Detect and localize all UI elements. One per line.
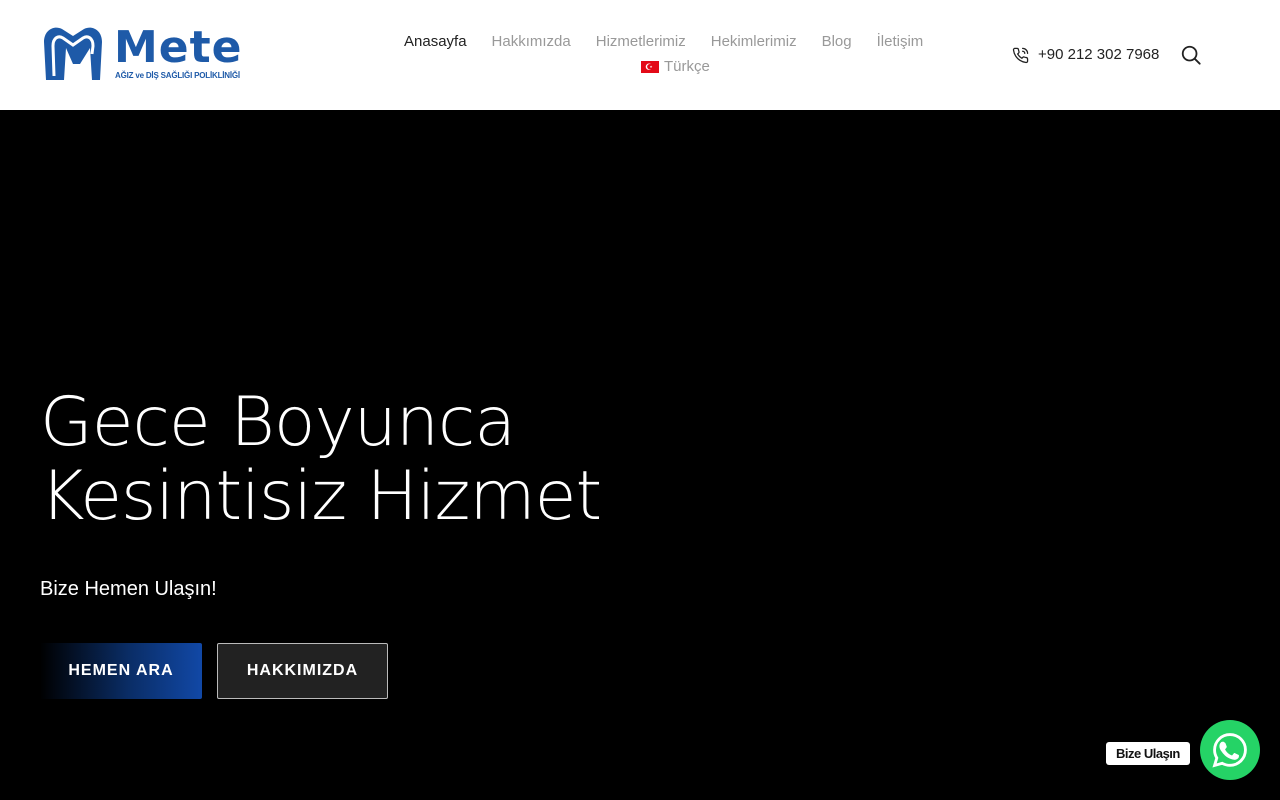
whatsapp-button[interactable] (1200, 720, 1260, 780)
turkey-flag-icon: ☪ (641, 61, 659, 73)
nav-item-anasayfa[interactable]: Anasayfa (404, 32, 467, 52)
nav-item-hekimlerimiz[interactable]: Hekimlerimiz (711, 32, 797, 52)
about-us-button[interactable]: HAKKIMIZDA (217, 643, 388, 699)
tooth-logo-icon (44, 27, 102, 80)
nav-item-hakkimizda[interactable]: Hakkımızda (492, 32, 571, 52)
nav-item-iletisim[interactable]: İletişim (877, 32, 924, 52)
call-now-button[interactable]: HEMEN ARA (40, 643, 202, 699)
search-icon[interactable] (1180, 44, 1202, 66)
header-phone-link[interactable]: +90 212 302 7968 (1012, 45, 1159, 65)
nav-item-blog[interactable]: Blog (822, 32, 852, 52)
phone-number: +90 212 302 7968 (1038, 46, 1160, 63)
main-nav: Anasayfa Hakkımızda Hizmetlerimiz Hekiml… (404, 32, 923, 52)
site-header: Mete AĞIZ ve DİŞ SAĞLIĞI POLİKLİNİĞİ Ana… (0, 0, 1280, 110)
hero-title-line-2: Kesintisiz Hizmet (40, 457, 602, 536)
logo-subtitle: AĞIZ ve DİŞ SAĞLIĞI POLİKLİNİĞİ (115, 71, 240, 80)
language-selector[interactable]: ☪ Türkçe (641, 57, 710, 77)
nav-item-hizmetlerimiz[interactable]: Hizmetlerimiz (596, 32, 686, 52)
logo-name: Mete (114, 22, 243, 73)
hero-title: Gece Boyunca Kesintisiz Hizmet (40, 383, 602, 536)
site-logo[interactable]: Mete AĞIZ ve DİŞ SAĞLIĞI POLİKLİNİĞİ (40, 24, 245, 86)
hero-subtitle: Bize Hemen Ulaşın! (40, 578, 217, 600)
phone-icon (1012, 47, 1029, 63)
language-label: Türkçe (664, 58, 710, 75)
hero-title-line-1: Gece Boyunca (40, 383, 516, 462)
chat-label[interactable]: Bize Ulaşın (1106, 742, 1190, 765)
whatsapp-icon (1212, 733, 1247, 768)
